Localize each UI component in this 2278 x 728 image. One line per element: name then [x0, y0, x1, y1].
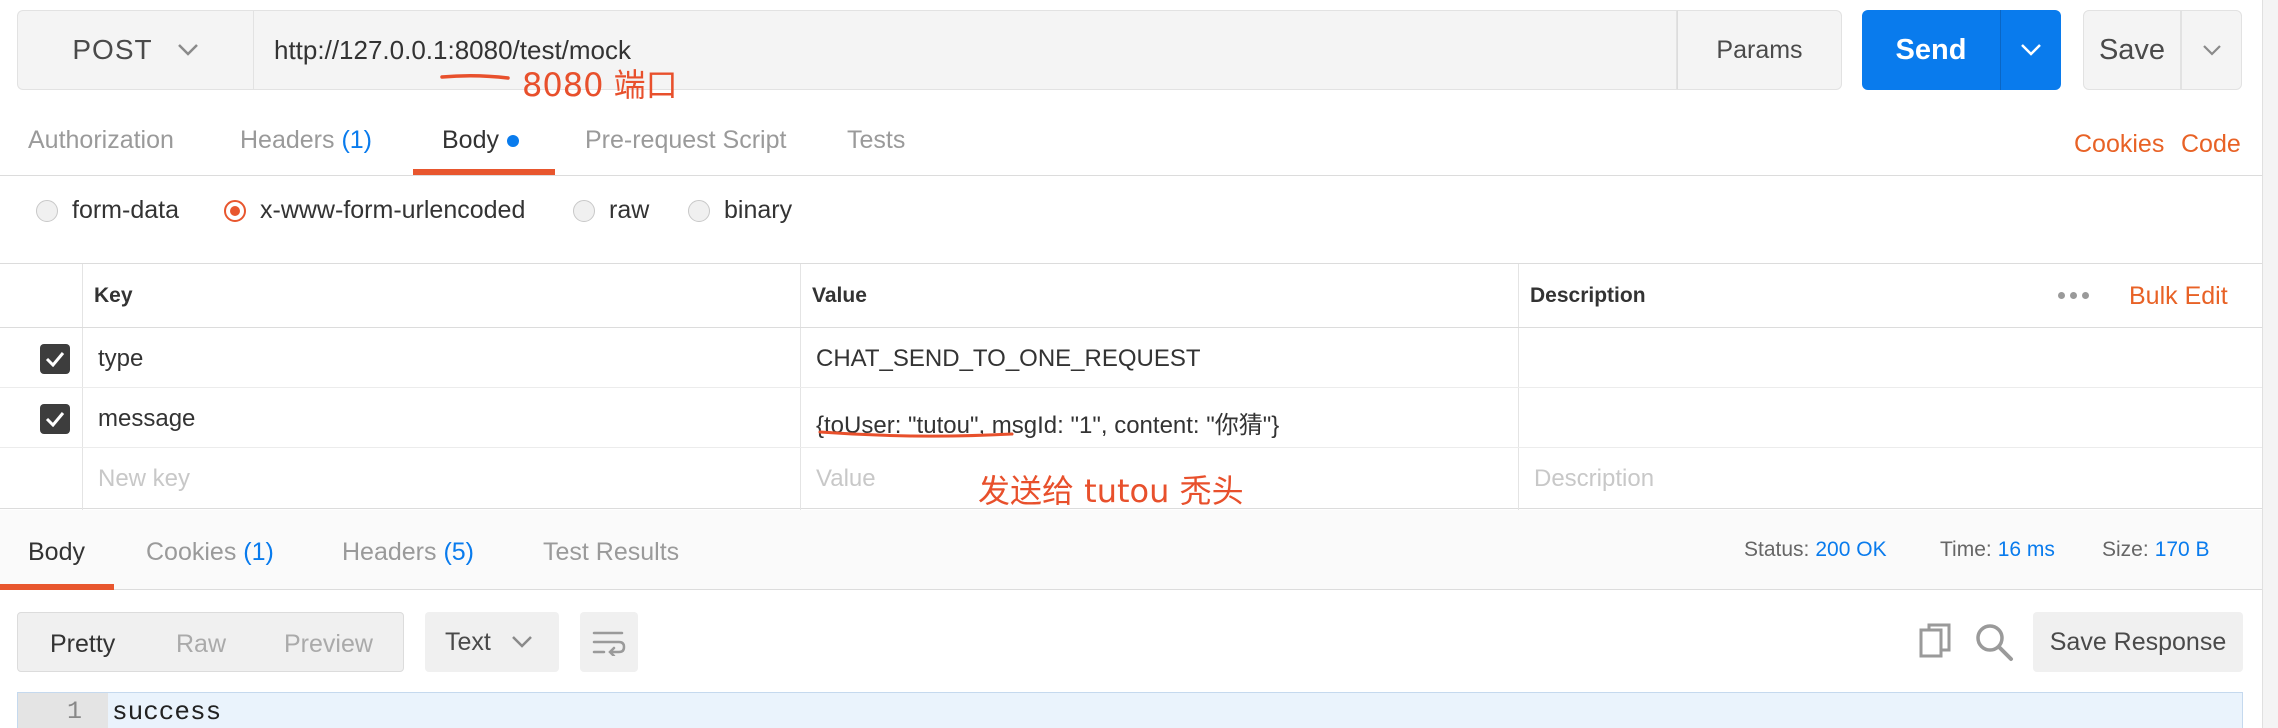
tab-headers-count: (1) — [341, 126, 373, 154]
response-tab-cookies-label: Cookies — [146, 538, 237, 566]
response-tabs: Body Cookies (1) Headers (5) Test Result… — [0, 510, 2262, 590]
column-key-header: Key — [94, 284, 133, 307]
response-tab-headers[interactable]: Headers (5) — [342, 538, 474, 567]
chevron-down-icon — [177, 44, 198, 56]
active-tab-indicator — [413, 169, 555, 175]
response-tab-test-results[interactable]: Test Results — [543, 538, 679, 567]
line-number-gutter: 1 — [18, 693, 108, 728]
chevron-down-icon — [511, 636, 532, 648]
table-header: Key Value Description Bulk Edit — [0, 264, 2262, 328]
more-dots-icon[interactable] — [2058, 292, 2089, 299]
chevron-down-icon — [2021, 44, 2041, 56]
size-readout: Size: 170 B — [2102, 538, 2210, 562]
response-tab-headers-label: Headers — [342, 538, 437, 566]
status-value: 200 OK — [1815, 538, 1887, 561]
row-key[interactable]: message — [98, 405, 195, 433]
code-link[interactable]: Code — [2181, 130, 2241, 159]
response-tab-cookies[interactable]: Cookies (1) — [146, 538, 274, 567]
tab-authorization-label: Authorization — [28, 126, 174, 154]
format-select[interactable]: Text — [425, 612, 559, 672]
column-description-header: Description — [1530, 284, 1646, 307]
radio-unchecked-icon — [36, 199, 58, 222]
radio-unchecked-icon — [573, 199, 595, 222]
checkbox-checked-icon[interactable] — [40, 404, 70, 434]
view-mode-group: Pretty Raw Preview — [17, 612, 404, 672]
table-row: message {toUser: "tutou", msgId: "1", co… — [0, 388, 2262, 448]
time-label: Time: — [1940, 538, 1992, 561]
touser-underline-annotation — [818, 430, 1014, 438]
response-active-tab-indicator — [0, 584, 114, 590]
time-readout: Time: 16 ms — [1940, 538, 2055, 562]
radio-form-data[interactable]: form-data — [36, 196, 179, 225]
time-value: 16 ms — [1997, 538, 2055, 561]
tab-pre-request-script[interactable]: Pre-request Script — [585, 126, 786, 155]
column-value-header: Value — [812, 284, 867, 307]
radio-raw-label: raw — [609, 196, 650, 224]
tab-tests-label: Tests — [847, 126, 906, 154]
row-key[interactable]: type — [98, 345, 143, 373]
view-pretty-button[interactable]: Pretty — [50, 630, 115, 659]
save-options-button[interactable] — [2181, 10, 2242, 90]
modified-dot-icon — [506, 135, 519, 148]
save-response-button[interactable]: Save Response — [2033, 612, 2243, 672]
tab-headers[interactable]: Headers (1) — [240, 126, 372, 155]
params-button[interactable]: Params — [1677, 10, 1842, 90]
response-tab-headers-count: (5) — [443, 538, 475, 566]
status-readout: Status: 200 OK — [1744, 538, 1887, 562]
view-preview-button[interactable]: Preview — [284, 630, 373, 659]
bulk-edit-link[interactable]: Bulk Edit — [2129, 282, 2228, 311]
port-annotation: 8080 端口 — [522, 66, 678, 104]
method-select[interactable]: POST — [17, 10, 253, 90]
radio-form-data-label: form-data — [72, 196, 179, 224]
response-tab-cookies-count: (1) — [243, 538, 274, 566]
new-description-input[interactable]: Description — [1534, 465, 1654, 493]
request-tabs: Authorization Headers (1) Body Pre-reque… — [0, 112, 2262, 176]
scrollbar[interactable] — [2262, 0, 2278, 728]
send-to-annotation: 发送给 tutou 秃头 — [978, 472, 1244, 510]
chevron-down-icon — [2202, 45, 2221, 56]
status-label: Status: — [1744, 538, 1810, 561]
cookies-link[interactable]: Cookies — [2074, 130, 2164, 159]
response-body-viewer[interactable]: 1 success — [17, 692, 2243, 728]
new-value-input[interactable]: Value — [816, 465, 876, 493]
wrap-lines-button[interactable] — [580, 612, 638, 672]
save-button[interactable]: Save — [2083, 10, 2181, 90]
row-value[interactable]: CHAT_SEND_TO_ONE_REQUEST — [816, 345, 1201, 373]
copy-icon[interactable] — [1918, 622, 1954, 662]
radio-binary-label: binary — [724, 196, 793, 224]
tab-body-label: Body — [442, 126, 499, 154]
tab-headers-label: Headers — [240, 126, 335, 154]
line-number: 1 — [66, 697, 82, 726]
method-label: POST — [72, 34, 153, 65]
radio-unchecked-icon — [688, 199, 710, 222]
size-label: Size: — [2102, 538, 2149, 561]
radio-x-www-form-urlencoded[interactable]: x-www-form-urlencoded — [224, 196, 525, 225]
radio-raw[interactable]: raw — [573, 196, 649, 225]
radio-checked-icon — [224, 199, 246, 222]
wrap-lines-icon — [592, 631, 626, 656]
send-button[interactable]: Send — [1862, 10, 2000, 90]
size-value: 170 B — [2154, 538, 2210, 561]
send-options-button[interactable] — [2000, 10, 2061, 90]
tab-body[interactable]: Body — [442, 126, 519, 155]
port-underline-annotation — [440, 73, 510, 80]
checkbox-checked-icon[interactable] — [40, 344, 70, 374]
table-row: type CHAT_SEND_TO_ONE_REQUEST — [0, 328, 2262, 388]
radio-binary[interactable]: binary — [688, 196, 792, 225]
tab-authorization[interactable]: Authorization — [28, 126, 174, 155]
search-icon[interactable] — [1974, 622, 2014, 662]
tab-tests[interactable]: Tests — [847, 126, 905, 155]
radio-urlencoded-label: x-www-form-urlencoded — [260, 196, 526, 224]
response-line: success — [112, 697, 222, 727]
view-raw-button[interactable]: Raw — [176, 630, 226, 659]
tab-pre-request-label: Pre-request Script — [585, 126, 787, 154]
response-tab-body[interactable]: Body — [28, 538, 85, 567]
new-key-input[interactable]: New key — [98, 465, 190, 493]
format-select-label: Text — [445, 627, 491, 656]
